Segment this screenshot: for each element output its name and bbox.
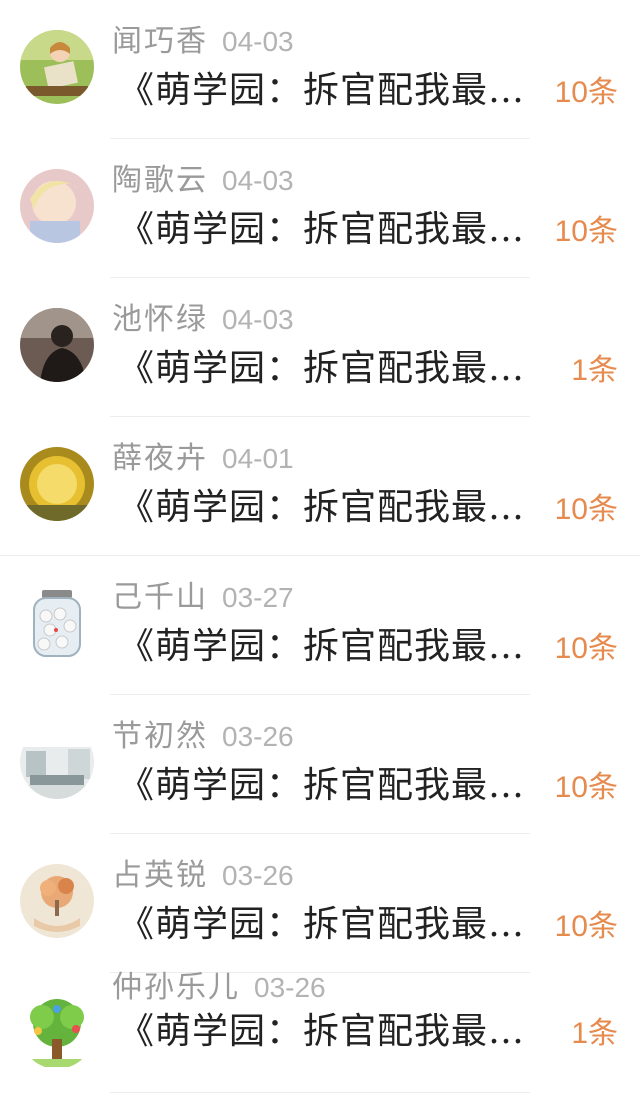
item-title[interactable]: 《萌学园：拆官配我最… (118, 344, 540, 394)
count-unit: 条 (588, 1016, 618, 1051)
post-date: 03-27 (222, 582, 294, 613)
count-unit: 条 (588, 909, 618, 944)
avatar[interactable] (20, 995, 94, 1069)
comment-list: 闻巧香 04-03 《萌学园：拆官配我最… 10条 陶歌云 04-03 《萌学园：拆… (0, 0, 640, 1093)
avatar[interactable] (20, 864, 94, 938)
avatar[interactable] (20, 169, 94, 243)
avatar[interactable] (20, 586, 94, 660)
user-name: 占英锐 (112, 858, 208, 893)
item-title[interactable]: 《萌学园：拆官配我最… (118, 483, 540, 533)
item-meta: 陶歌云 04-03 (112, 161, 294, 201)
user-name: 闻巧香 (112, 24, 208, 59)
item-meta: 池怀绿 04-03 (112, 300, 294, 340)
list-item[interactable]: 池怀绿 04-03 《萌学园：拆官配我最… 1条 (0, 278, 640, 417)
avatar[interactable] (20, 725, 94, 799)
item-title[interactable]: 《萌学园：拆官配我最… (118, 205, 540, 255)
item-title[interactable]: 《萌学园：拆官配我最… (118, 761, 540, 811)
reply-count: 10条 (555, 765, 618, 811)
post-date: 03-26 (222, 860, 294, 891)
user-name: 节初然 (112, 719, 208, 754)
post-date: 03-26 (222, 721, 294, 752)
item-meta: 仲孙乐儿 03-26 (112, 968, 326, 1008)
count-unit: 条 (588, 770, 618, 805)
user-name: 己千山 (112, 580, 208, 615)
reply-count: 10条 (555, 487, 618, 533)
reply-count: 10条 (555, 70, 618, 116)
item-meta: 占英锐 03-26 (112, 856, 294, 896)
item-meta: 薛夜卉 04-01 (112, 439, 294, 479)
reply-count: 1条 (571, 1011, 618, 1057)
post-date: 04-03 (222, 304, 294, 335)
count-unit: 条 (588, 353, 618, 388)
avatar[interactable] (20, 30, 94, 104)
count-value: 10 (554, 771, 588, 804)
reply-count: 1条 (571, 348, 618, 394)
count-value: 1 (571, 354, 588, 387)
item-meta: 节初然 03-26 (112, 717, 294, 757)
avatar[interactable] (20, 447, 94, 521)
list-item[interactable]: 陶歌云 04-03 《萌学园：拆官配我最… 10条 (0, 139, 640, 278)
reply-count: 10条 (555, 626, 618, 672)
list-item[interactable]: 闻巧香 04-03 《萌学园：拆官配我最… 10条 (0, 0, 640, 139)
user-name: 薛夜卉 (112, 441, 208, 476)
reply-count: 10条 (555, 904, 618, 950)
item-title[interactable]: 《萌学园：拆官配我最… (118, 66, 540, 116)
item-title[interactable]: 《萌学园：拆官配我最… (118, 622, 540, 672)
count-value: 10 (554, 76, 588, 109)
user-name: 陶歌云 (112, 163, 208, 198)
user-name: 仲孙乐儿 (112, 970, 240, 1005)
count-unit: 条 (588, 75, 618, 110)
item-title[interactable]: 《萌学园：拆官配我最… (118, 1007, 540, 1057)
item-meta: 闻巧香 04-03 (112, 22, 294, 62)
count-unit: 条 (588, 492, 618, 527)
avatar[interactable] (20, 308, 94, 382)
count-value: 10 (554, 215, 588, 248)
post-date: 04-03 (222, 26, 294, 57)
list-item[interactable]: 仲孙乐儿 03-26 《萌学园：拆官配我最… 1条 (0, 970, 640, 1093)
list-item[interactable]: 己千山 03-27 《萌学园：拆官配我最… 10条 (0, 556, 640, 695)
item-title[interactable]: 《萌学园：拆官配我最… (118, 900, 540, 950)
post-date: 03-26 (254, 972, 326, 1003)
post-date: 04-01 (222, 443, 294, 474)
post-date: 04-03 (222, 165, 294, 196)
user-name: 池怀绿 (112, 302, 208, 337)
list-item[interactable]: 节初然 03-26 《萌学园：拆官配我最… 10条 (0, 695, 640, 834)
count-unit: 条 (588, 631, 618, 666)
count-value: 1 (571, 1017, 588, 1050)
list-item[interactable]: 占英锐 03-26 《萌学园：拆官配我最… 10条 (0, 834, 640, 973)
list-item[interactable]: 薛夜卉 04-01 《萌学园：拆官配我最… 10条 (0, 417, 640, 556)
reply-count: 10条 (555, 209, 618, 255)
count-value: 10 (554, 910, 588, 943)
count-unit: 条 (588, 214, 618, 249)
count-value: 10 (554, 493, 588, 526)
count-value: 10 (554, 632, 588, 665)
item-meta: 己千山 03-27 (112, 578, 294, 618)
